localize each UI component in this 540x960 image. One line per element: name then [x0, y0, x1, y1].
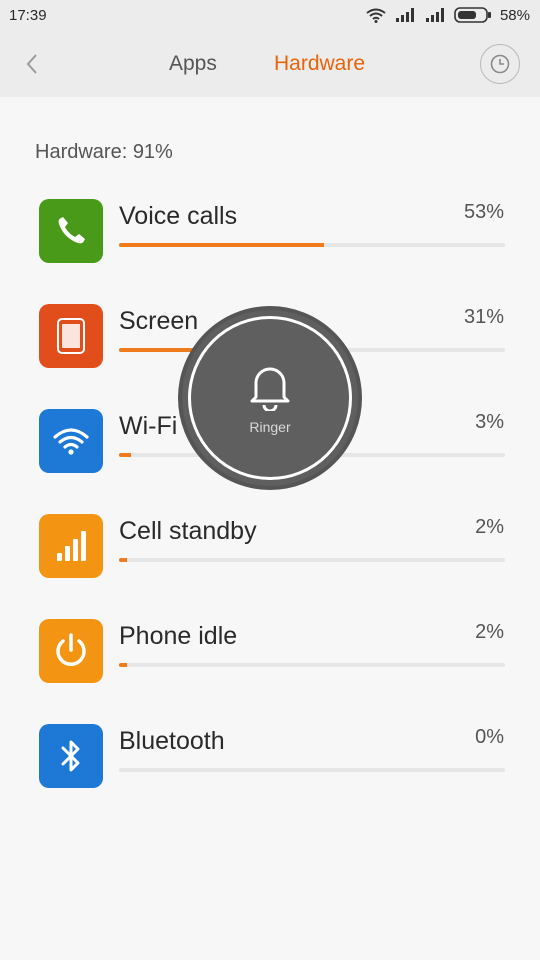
item-label: Bluetooth [119, 727, 225, 755]
battery-icon [454, 7, 491, 23]
progress-track [119, 768, 505, 772]
tab-apps[interactable]: Apps [169, 50, 217, 78]
list-item-bluetooth[interactable]: Bluetooth 0% [0, 724, 540, 829]
item-percent: 0% [475, 726, 504, 748]
tab-hardware[interactable]: Hardware [274, 50, 365, 78]
wifi-icon [39, 409, 103, 473]
clock-icon [490, 54, 510, 74]
progress-fill [119, 558, 127, 562]
bluetooth-icon [39, 724, 103, 788]
phone-icon [39, 199, 103, 263]
item-percent: 2% [475, 621, 504, 643]
list-item-cell-standby[interactable]: Cell standby 2% [0, 514, 540, 619]
cell-signal-2-icon [425, 8, 444, 22]
item-label: Phone idle [119, 622, 238, 650]
progress-track [119, 663, 505, 667]
item-percent: 53% [463, 201, 504, 223]
status-bar: 17:39 58% [0, 0, 540, 30]
ringer-overlay[interactable]: Ringer [178, 306, 362, 490]
power-icon [39, 619, 103, 683]
item-label: Cell standby [119, 517, 257, 545]
progress-track [119, 243, 505, 247]
progress-fill [119, 453, 131, 457]
cell-signal-icon [395, 8, 414, 22]
signal-icon [39, 514, 103, 578]
item-label: Screen [119, 307, 199, 335]
back-button[interactable] [16, 48, 48, 80]
header: Apps Hardware [0, 30, 540, 97]
ringer-progress-ring [188, 316, 352, 480]
section-title: Hardware: 91% [35, 141, 173, 163]
progress-fill [119, 243, 324, 247]
progress-fill [119, 663, 127, 667]
battery-percent: 58% [499, 6, 530, 24]
item-percent: 31% [463, 306, 504, 328]
status-time: 17:39 [9, 6, 47, 24]
item-percent: 3% [475, 411, 504, 433]
wifi-status-icon [366, 8, 386, 23]
chevron-left-icon [26, 54, 37, 74]
status-icons: 58% [366, 7, 530, 24]
item-percent: 2% [475, 516, 504, 538]
list-item-phone-idle[interactable]: Phone idle 2% [0, 619, 540, 724]
item-label: Wi-Fi [119, 412, 178, 440]
progress-track [119, 558, 505, 562]
screen-icon [39, 304, 103, 368]
list-item-voice-calls[interactable]: Voice calls 53% [0, 199, 540, 304]
item-label: Voice calls [119, 202, 238, 230]
history-button[interactable] [480, 44, 520, 84]
